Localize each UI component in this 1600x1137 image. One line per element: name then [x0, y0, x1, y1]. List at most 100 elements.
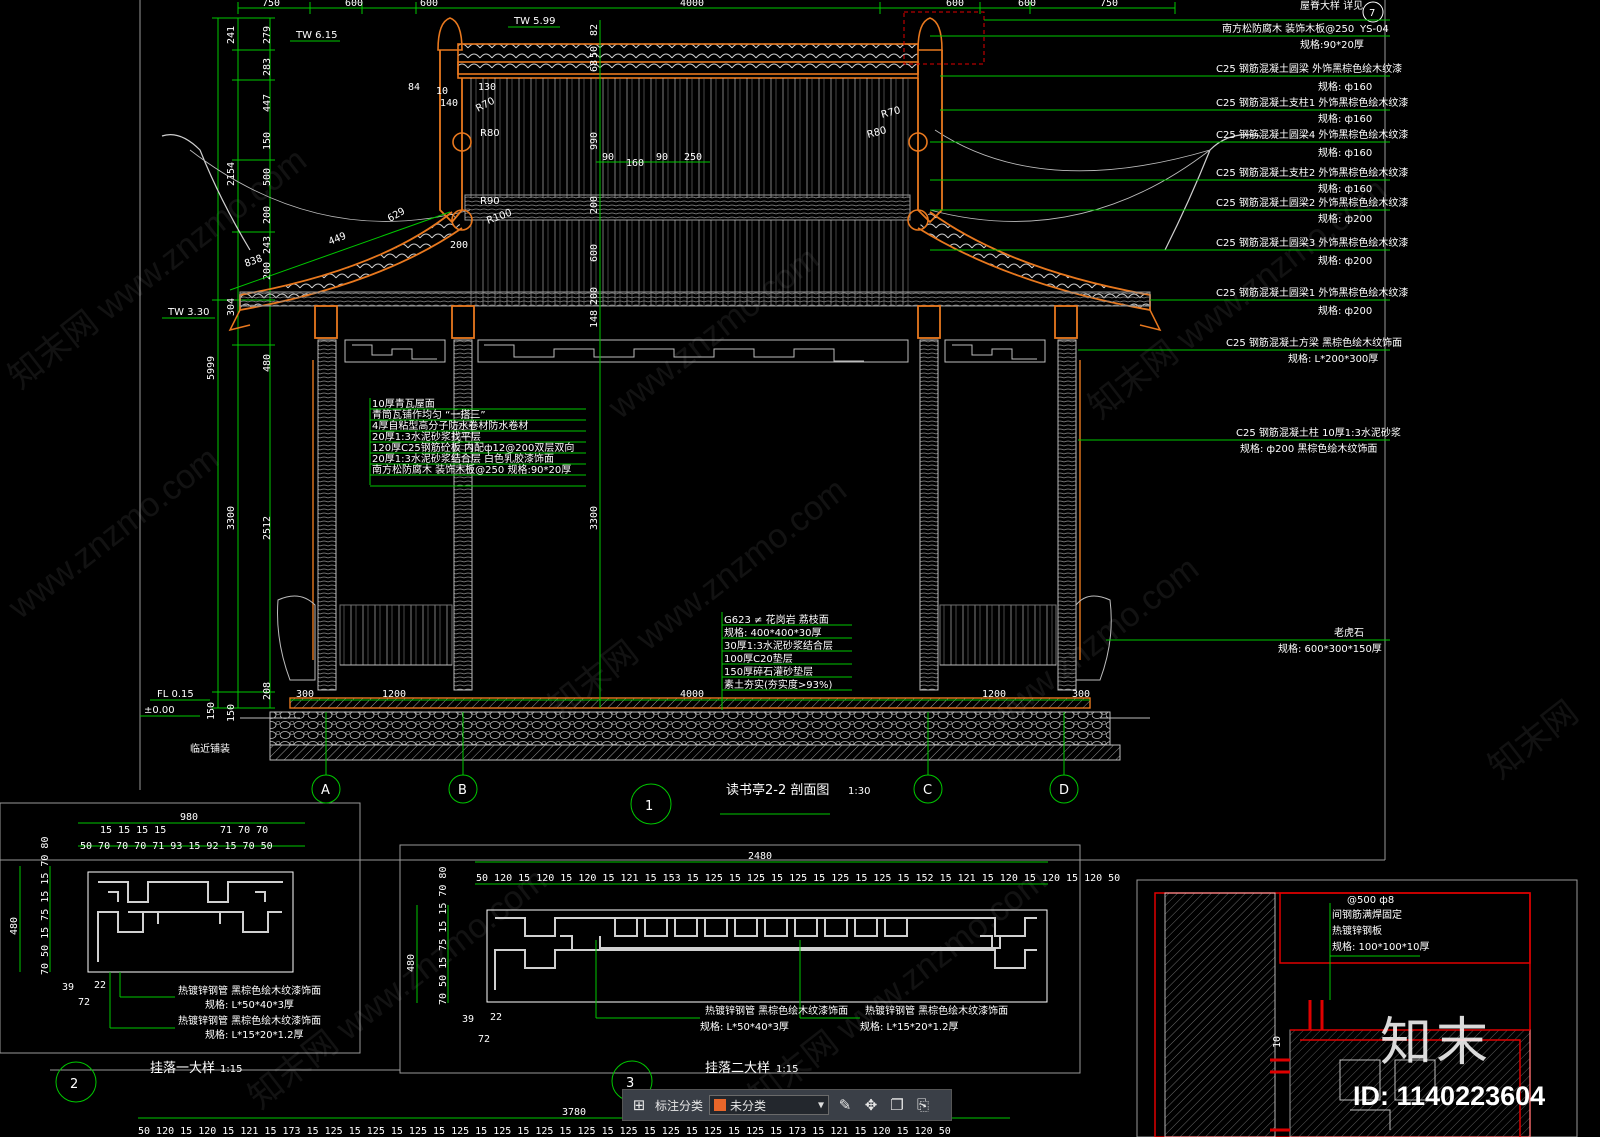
- roof-layer: 10厚青瓦屋面: [372, 397, 435, 410]
- elevation-tw599: TW 5.99: [513, 16, 555, 27]
- callout-line1: 屋脊大样 详见: [1300, 0, 1363, 12]
- dim-center: 50: [589, 46, 600, 58]
- dim-detail3-small: 72: [478, 1034, 490, 1045]
- cad-section-drawing: 知末网 www.znzmo.com www.znzmo.com 知末网 www.…: [0, 0, 1585, 1137]
- elevation-000: ±0.00: [144, 705, 175, 716]
- column-b: [453, 339, 473, 691]
- category-select-value: 未分类: [730, 1098, 767, 1113]
- grid-icon[interactable]: ⊞: [629, 1095, 649, 1115]
- detail3-note: 规格: L*50*40*3厚: [700, 1020, 789, 1033]
- side-paving-note: 临近铺装: [190, 742, 230, 755]
- dim-bottom: 300: [1072, 689, 1090, 700]
- dim-center: 148: [589, 310, 600, 328]
- column-d: [1057, 339, 1077, 691]
- upper-roof-slab: [457, 43, 919, 75]
- detail2-note: 热镀锌钢管 黑棕色绘木纹漆饰面: [178, 1014, 321, 1027]
- dim-roof: 449: [327, 231, 348, 248]
- callout-ref-num: 7: [1369, 8, 1375, 19]
- section-title: 读书亭2-2 剖面图: [726, 782, 829, 798]
- right-eave-curve: [1164, 134, 1261, 251]
- dim-top: 4000: [680, 0, 704, 9]
- dim-left: 2512: [262, 516, 273, 540]
- dim-left-total: 3300: [226, 506, 237, 530]
- dim-left: 200: [262, 262, 273, 280]
- ridge-cap-right: [917, 17, 943, 51]
- color-swatch: [714, 1099, 727, 1111]
- elevation-tw615: TW 6.15: [295, 30, 337, 41]
- left-dim-labels: 241 279 283 447 150 500 200 243 200 304 …: [206, 26, 273, 722]
- floor-layer: 150厚碎石灌砂垫层: [724, 665, 813, 678]
- dim-left-total: 5999: [206, 356, 217, 380]
- dim-detail2-left: 480: [9, 917, 20, 935]
- dim-roof: 629: [386, 206, 407, 225]
- roof-layer-callout: 10厚青瓦屋面 青筒瓦铺作均匀 “一搭三” 4厚自粘型高分子防水卷材防水卷材 2…: [369, 397, 586, 487]
- elevation-fl015: FL 0.15: [157, 689, 194, 700]
- dim-bottom: 1200: [382, 689, 406, 700]
- move-icon[interactable]: ✥: [861, 1095, 881, 1115]
- dim-bottom: 1200: [982, 689, 1006, 700]
- brand-logo: 知末: [1380, 1013, 1493, 1073]
- dim-left: 150: [206, 702, 217, 720]
- radius-label: R90: [480, 196, 500, 207]
- connection-note: @500 ф8: [1347, 895, 1394, 906]
- axis-label-a: A: [321, 783, 330, 798]
- roof-layer: 青筒瓦铺作均匀 “一搭三”: [372, 408, 486, 421]
- dim-top: 600: [946, 0, 964, 9]
- dim-baluster: 90: [656, 152, 668, 163]
- copy-icon[interactable]: ❐: [887, 1095, 907, 1115]
- dim-center: 990: [589, 132, 600, 150]
- dim-detail2-total: 980: [180, 812, 198, 823]
- clerestory-balusters: [465, 78, 910, 198]
- dim-left-total: 2154: [226, 162, 237, 186]
- floor-layer-callout: G623 ≠ 花岗岩 荔枝面 规格: 400*400*30厚 30厚1:3水泥砂…: [721, 612, 852, 710]
- section-scale: 1:30: [848, 786, 870, 797]
- callout-line2: 规格: ф200 黑棕色绘木纹饰面: [1240, 442, 1377, 455]
- column-a: [317, 339, 337, 691]
- connection-note: 规格: 100*100*10厚: [1332, 940, 1429, 953]
- detail3-scale: 1:15: [776, 1064, 798, 1075]
- callout-line2: 规格: ф160: [1318, 146, 1372, 159]
- dim-roof: 130: [478, 82, 496, 93]
- dim-baluster: 90: [602, 152, 614, 163]
- dim-left: 283: [262, 58, 273, 76]
- dim-detail2-top: 15 15 15 15: [100, 825, 166, 836]
- callout-line2: 规格:90*20厚: [1300, 38, 1364, 51]
- dim-detail3-row: 50 120 15 120 15 120 15 121 15 153 15 12…: [476, 873, 1120, 884]
- category-select[interactable]: 未分类 ▼: [709, 1095, 830, 1115]
- dim-left: 243: [262, 236, 273, 254]
- roof-layer: 20厚1:3水泥砂浆结合层 白色乳胶漆饰面: [372, 452, 554, 465]
- detail3-note: 热镀锌钢管 黑棕色绘木纹漆饰面: [865, 1004, 1008, 1017]
- dim-connection: 10: [1272, 1036, 1283, 1048]
- edit-icon[interactable]: ✎: [835, 1095, 855, 1115]
- callout-line1: C25 钢筋混凝土圆梁 外饰黑棕色绘木纹漆: [1216, 62, 1402, 75]
- dim-top: 750: [1100, 0, 1118, 9]
- upper-post-right: [917, 50, 943, 224]
- section-number: 1: [645, 799, 653, 814]
- callout-line1: C25 钢筋混凝土柱 10厚1:3水泥砂浆: [1236, 426, 1401, 439]
- dim-roof: 140: [440, 98, 458, 109]
- foundation: [240, 697, 1150, 761]
- detail2-note: 规格: L*15*20*1.2厚: [205, 1028, 303, 1041]
- floor-layer: 素土夯实(夯实度>93%): [724, 678, 833, 691]
- dim-detail3-small: 39: [462, 1014, 474, 1025]
- dim-center: 200: [589, 196, 600, 214]
- roof-layer: 4厚自粘型高分子防水卷材防水卷材: [372, 419, 528, 432]
- dim-detail4-total: 3780: [562, 1107, 586, 1118]
- callout-line1: C25 钢筋混凝土支柱1 外饰黑棕色绘木纹漆: [1216, 96, 1408, 109]
- dim-center: 3300: [589, 506, 600, 530]
- callout-line2: 规格: ф200: [1318, 254, 1372, 267]
- callout-line2: 规格: ф200: [1318, 212, 1372, 225]
- watermark: 知末网 www.znzmo.com: [742, 861, 1054, 1117]
- floor-layer: 100厚C20垫层: [724, 652, 793, 665]
- connection-note: 热镀锌钢板: [1332, 924, 1382, 937]
- paste-icon[interactable]: ⎘: [913, 1095, 933, 1115]
- dim-center: 82: [589, 24, 600, 36]
- dim-top: 750: [262, 0, 280, 9]
- detail2-number: 2: [70, 1077, 78, 1092]
- dim-detail3-left: 70 50 15 75 15 15 70 80: [438, 867, 449, 1005]
- dim-baluster: 160: [626, 158, 644, 169]
- callout-line1: 老虎石: [1334, 626, 1364, 639]
- detail2-note: 热镀锌钢管 黑棕色绘木纹漆饰面: [178, 984, 321, 997]
- dim-center: 200: [589, 287, 600, 305]
- dim-left: 500: [262, 168, 273, 186]
